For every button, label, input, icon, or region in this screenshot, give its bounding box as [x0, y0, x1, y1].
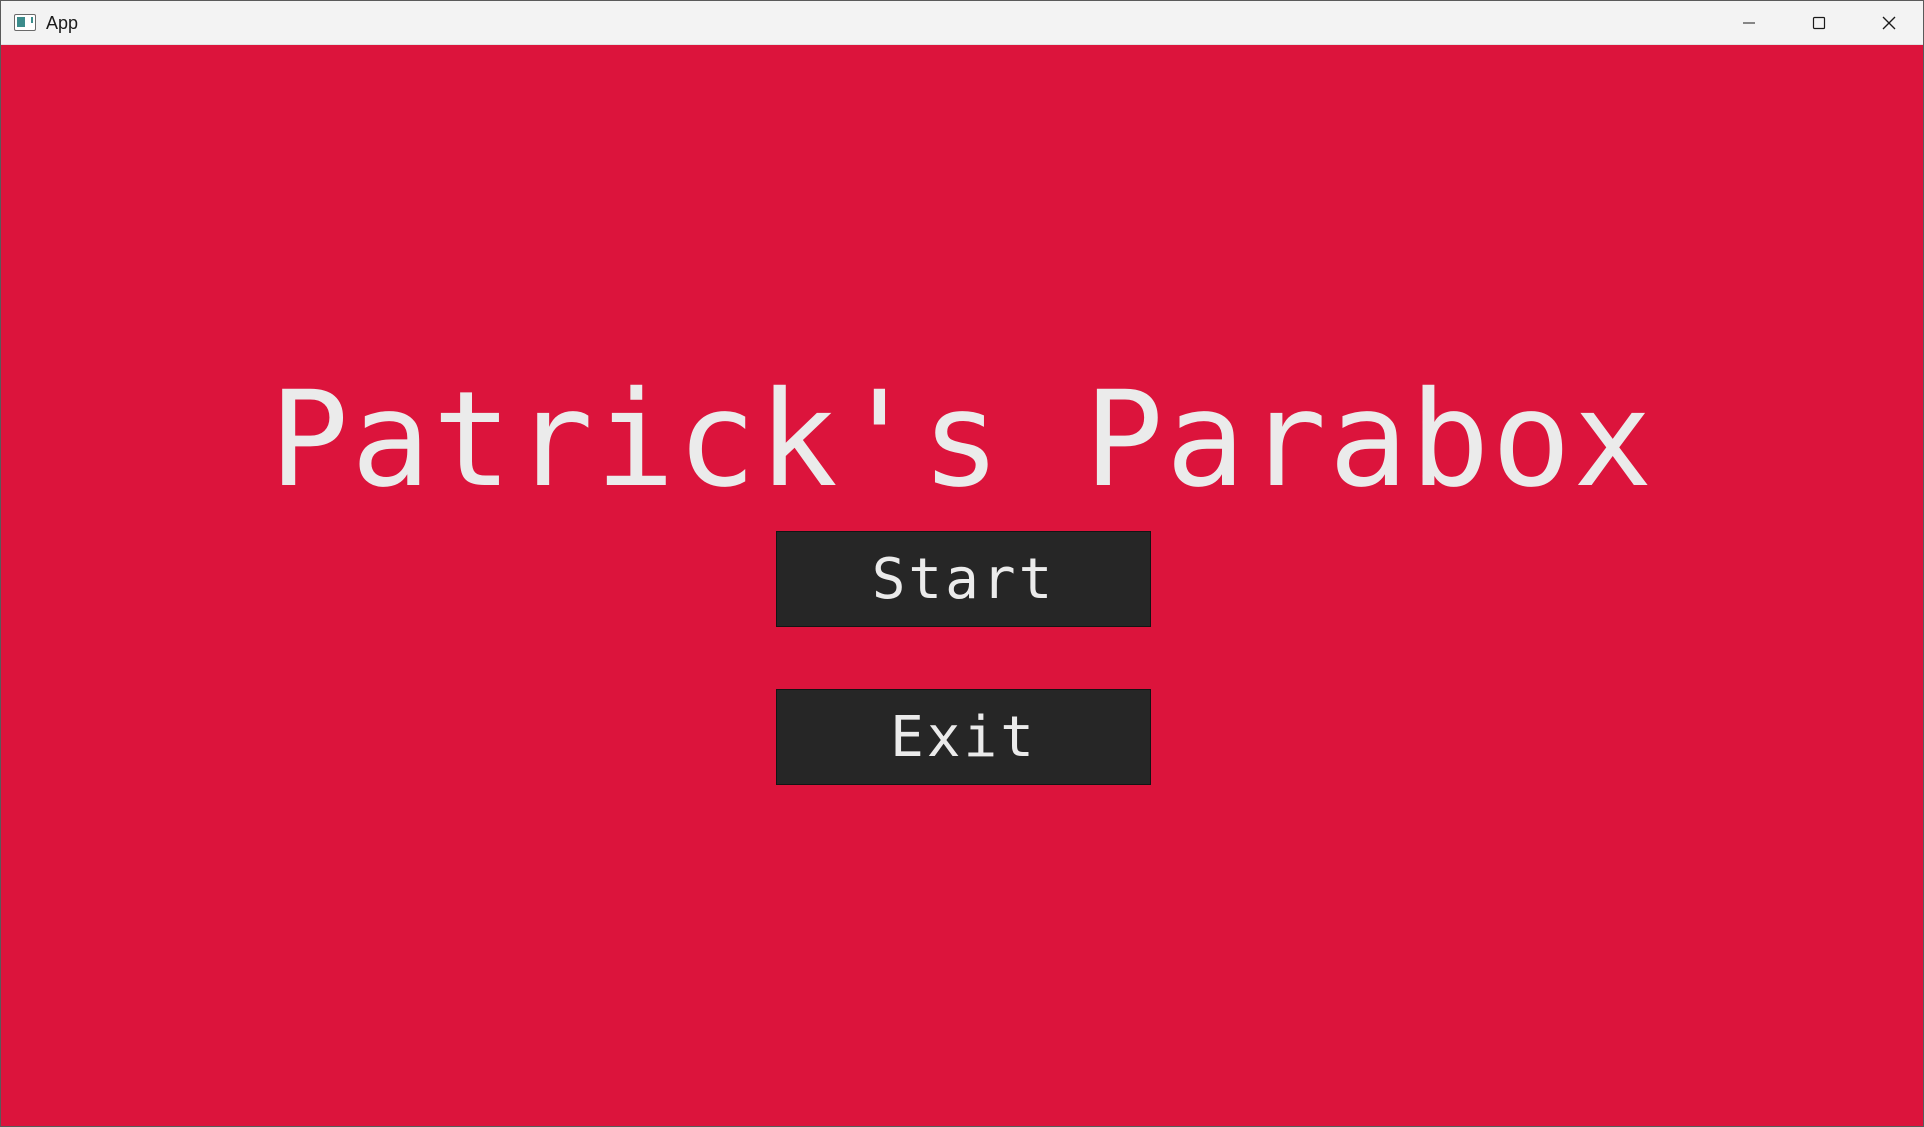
game-canvas: Patrick's Parabox Start Exit [1, 45, 1923, 1126]
start-button[interactable]: Start [776, 531, 1151, 627]
close-icon [1881, 15, 1897, 31]
window-title: App [46, 13, 79, 33]
maximize-button[interactable] [1784, 1, 1854, 45]
title-bar[interactable]: App [1, 1, 1923, 45]
app-icon [14, 14, 36, 31]
game-title: Patrick's Parabox [269, 363, 1655, 517]
minimize-icon [1742, 16, 1756, 30]
app-window: App Patrick's Parabox Start Exit [0, 0, 1924, 1127]
maximize-icon [1812, 16, 1826, 30]
minimize-button[interactable] [1714, 1, 1784, 45]
exit-button[interactable]: Exit [776, 689, 1151, 785]
close-button[interactable] [1854, 1, 1923, 45]
